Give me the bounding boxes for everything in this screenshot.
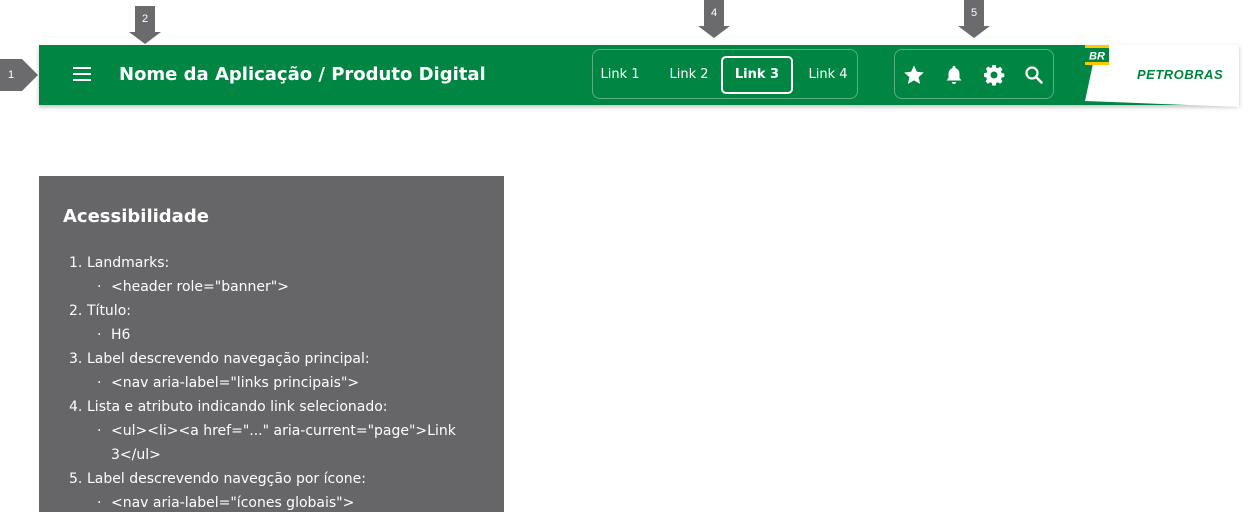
list-item: 2. Título: H6 (63, 299, 504, 347)
item-label: Landmarks: (87, 255, 170, 271)
item-label: Label descrevendo navegção por ícone: (87, 471, 366, 487)
nav-link-4[interactable]: Link 4 (803, 56, 853, 94)
list-item: 1. Landmarks: <header role="banner"> (63, 251, 504, 299)
app-header: Nome da Aplicação / Produto Digital Link… (39, 45, 1239, 107)
marker-2: 2 (129, 6, 161, 44)
svg-text:BR: BR (1089, 51, 1105, 63)
item-code: <nav aria-label="links principais"> (87, 371, 504, 395)
item-label: Título: (87, 303, 131, 319)
search-icon[interactable] (1022, 63, 1046, 87)
petrobras-logo: BR PETROBRAS (1085, 45, 1239, 107)
item-label: Lista e atributo indicando link selecion… (87, 399, 388, 415)
list-item: 4. Lista e atributo indicando link selec… (63, 395, 504, 467)
item-code: <header role="banner"> (87, 275, 504, 299)
gear-icon[interactable] (982, 63, 1006, 87)
menu-icon[interactable] (73, 67, 93, 83)
item-code: <ul><li><a href="..." aria-current="page… (87, 419, 504, 467)
brand-name: PETROBRAS (1137, 67, 1224, 82)
main-nav: Link 1 Link 2 Link 3 Link 4 (592, 49, 858, 99)
item-code: H6 (87, 323, 504, 347)
item-code: <nav aria-label="ícones globais"> (87, 491, 504, 515)
nav-link-2[interactable]: Link 2 (664, 56, 714, 94)
marker-1: 1 (0, 59, 38, 91)
star-icon[interactable] (902, 63, 926, 87)
panel-title: Acessibilidade (63, 206, 209, 227)
br-logo-icon: BR (1085, 45, 1109, 65)
global-icons-nav (894, 49, 1054, 99)
accessibility-panel: Acessibilidade 1. Landmarks: <header rol… (39, 176, 504, 515)
list-item: 5. Label descrevendo navegção por ícone:… (63, 467, 504, 515)
item-label: Label descrevendo navegação principal: (87, 351, 370, 367)
app-title: Nome da Aplicação / Produto Digital (119, 64, 486, 85)
bell-icon[interactable] (942, 63, 966, 87)
accessibility-list: 1. Landmarks: <header role="banner"> 2. … (63, 251, 504, 515)
nav-link-3-active[interactable]: Link 3 (721, 56, 793, 94)
list-item: 3. Label descrevendo navegação principal… (63, 347, 504, 395)
nav-link-1[interactable]: Link 1 (595, 56, 645, 94)
marker-4: 4 (698, 0, 730, 38)
marker-5: 5 (958, 0, 990, 38)
